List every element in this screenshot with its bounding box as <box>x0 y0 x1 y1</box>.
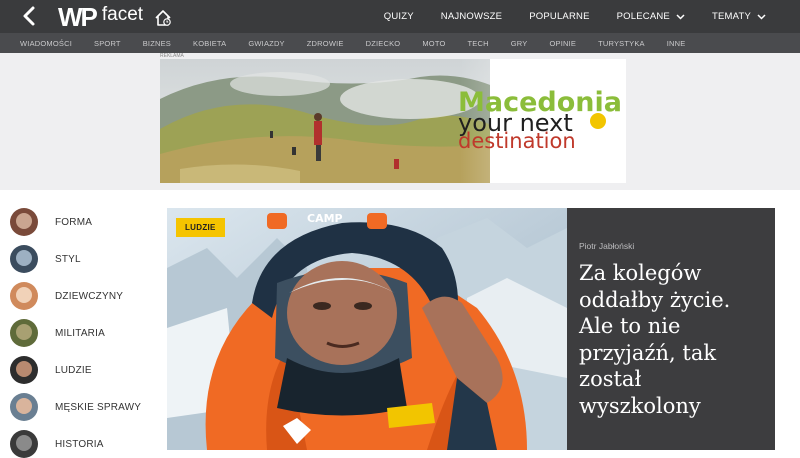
site-logo[interactable]: WP facet <box>58 1 144 32</box>
category-navigation: WIADOMOŚCI SPORT BIZNES KOBIETA GWIAZDY ZDROW… <box>0 33 800 53</box>
category-link[interactable]: SPORT <box>94 39 121 48</box>
climber-photo: CAMP <box>167 208 567 450</box>
category-link[interactable]: WIADOMOŚCI <box>20 39 72 48</box>
sidebar-item-label: MILITARIA <box>55 327 105 339</box>
nav-item-najnowsze[interactable]: NAJNOWSZE <box>441 11 502 22</box>
nav-item-quizy[interactable]: QUIZY <box>384 11 414 22</box>
article-author[interactable]: Piotr Jabłoński <box>579 241 634 251</box>
sidebar-item-label: LUDZIE <box>55 364 92 376</box>
topic-avatar <box>10 430 38 458</box>
nav-item-label: NAJNOWSZE <box>440 11 503 22</box>
sidebar-item-historia[interactable]: HISTORIA <box>10 430 155 458</box>
article-title[interactable]: Za kolegów oddałby życie. Ale to nie prz… <box>579 260 769 419</box>
category-link[interactable]: TECH <box>468 39 489 48</box>
topic-avatar <box>10 356 38 384</box>
helmet-brand: CAMP <box>307 212 343 225</box>
sidebar-item-label: STYL <box>55 253 81 265</box>
featured-article-panel[interactable]: Piotr Jabłoński Za kolegów oddałby życie… <box>567 208 775 450</box>
category-link[interactable]: DZIECKO <box>366 39 401 48</box>
sidebar-item-label: HISTORIA <box>55 438 104 450</box>
category-link[interactable]: INNE <box>667 39 686 48</box>
ad-banner[interactable]: Macedonia your next destination <box>160 59 626 183</box>
nav-item-label: POLECANE <box>616 11 670 22</box>
nav-item-label: TEMATY <box>711 11 751 22</box>
brand-name: facet <box>101 4 144 25</box>
category-tag[interactable]: LUDZIE <box>176 218 225 237</box>
sidebar-item-ludzie[interactable]: LUDZIE <box>10 356 155 384</box>
sidebar-item-label: MĘSKIE SPRAWY <box>55 401 142 413</box>
back-arrow-icon[interactable] <box>18 5 42 27</box>
sidebar-item-dziewczyny[interactable]: DZIEWCZYNY <box>10 282 155 310</box>
home-icon[interactable] <box>154 9 172 27</box>
category-link[interactable]: OPINIE <box>549 39 576 48</box>
nav-item-polecane[interactable]: POLECANE <box>617 11 685 22</box>
category-link[interactable]: BIZNES <box>143 39 171 48</box>
category-link[interactable]: GRY <box>511 39 528 48</box>
logo-mark: WP <box>58 1 98 32</box>
topic-avatar <box>10 319 38 347</box>
category-link[interactable]: ZDROWIE <box>307 39 344 48</box>
category-link[interactable]: KOBIETA <box>193 39 226 48</box>
top-bar: WP facet QUIZY NAJNOWSZE POPULARNE POLECANE… <box>0 0 800 33</box>
nav-item-tematy[interactable]: TEMATY <box>712 11 766 22</box>
chevron-down-icon <box>757 13 766 20</box>
nav-item-label: QUIZY <box>383 11 414 22</box>
sun-icon <box>590 113 606 129</box>
top-navigation: QUIZY NAJNOWSZE POPULARNE POLECANE TEMATY <box>357 0 766 33</box>
sidebar-item-label: DZIEWCZYNY <box>55 290 124 302</box>
sidebar-item-label: FORMA <box>55 216 93 228</box>
nav-item-popularne[interactable]: POPULARNE <box>529 11 589 22</box>
sidebar-item-militaria[interactable]: MILITARIA <box>10 319 155 347</box>
category-link[interactable]: TURYSTYKA <box>598 39 645 48</box>
topic-avatar <box>10 282 38 310</box>
featured-image[interactable]: CAMP <box>167 208 567 450</box>
topic-avatar <box>10 393 38 421</box>
category-link[interactable]: GWIAZDY <box>248 39 284 48</box>
topic-avatar <box>10 245 38 273</box>
ad-headline-3: destination <box>458 129 576 153</box>
nav-item-label: POPULARNE <box>529 11 590 22</box>
category-link[interactable]: MOTO <box>422 39 445 48</box>
topic-avatar <box>10 208 38 236</box>
sidebar-item-męskie-sprawy[interactable]: MĘSKIE SPRAWY <box>10 393 155 421</box>
ad-banner-image: Macedonia your next destination <box>160 59 626 183</box>
chevron-down-icon <box>676 13 685 20</box>
sidebar-item-styl[interactable]: STYL <box>10 245 155 273</box>
sidebar-item-forma[interactable]: FORMA <box>10 208 155 236</box>
